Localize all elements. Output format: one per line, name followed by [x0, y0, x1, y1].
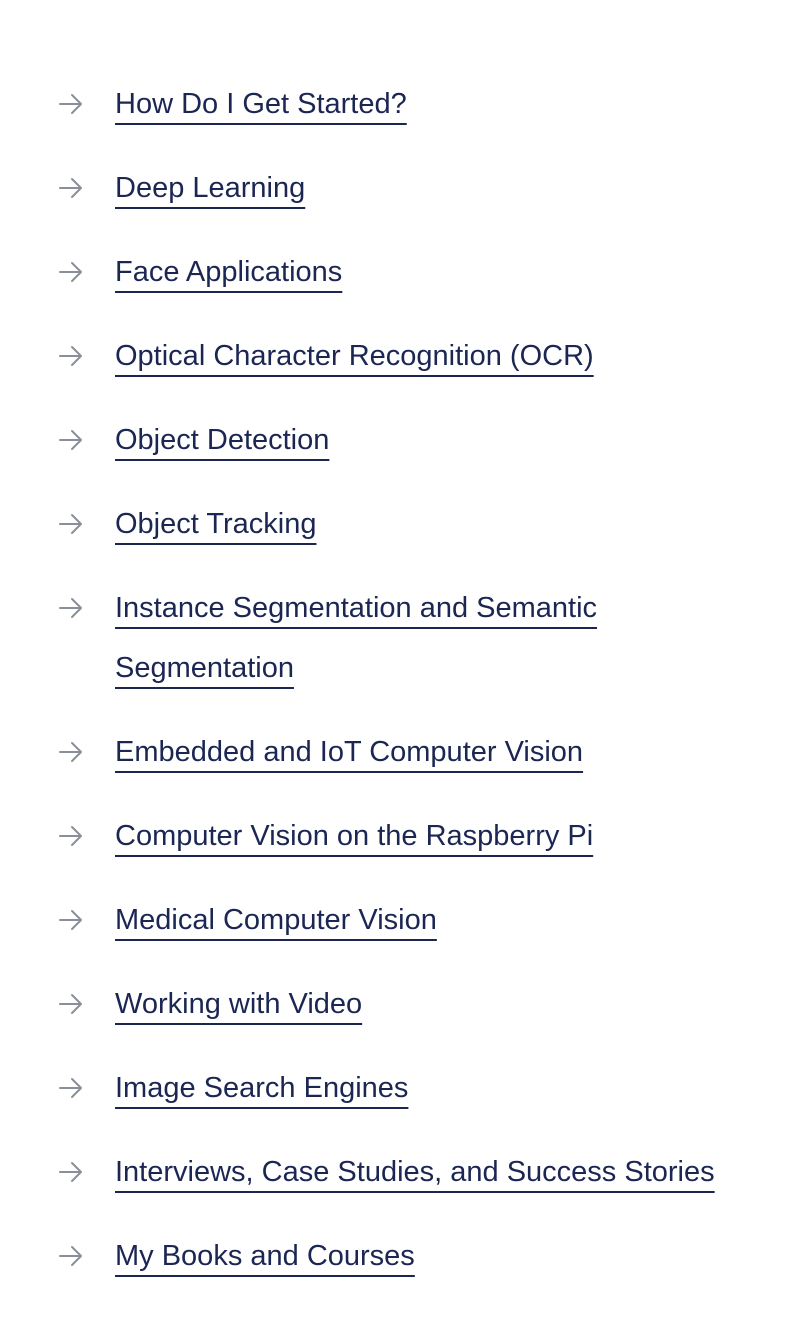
topic-link-face-applications[interactable]: Face Applications: [115, 256, 342, 288]
topic-link-raspberry-pi[interactable]: Computer Vision on the Raspberry Pi: [115, 820, 593, 852]
topic-link-ocr[interactable]: Optical Character Recognition (OCR): [115, 340, 594, 372]
topic-item-raspberry-pi: Computer Vision on the Raspberry Pi: [0, 806, 802, 866]
arrow-right-icon: [59, 514, 82, 534]
arrow-right-icon: [59, 910, 82, 930]
topic-item-embedded-iot: Embedded and IoT Computer Vision: [0, 722, 802, 782]
topic-item-object-tracking: Object Tracking: [0, 494, 802, 554]
arrow-right-icon: [59, 994, 82, 1014]
arrow-right-icon: [59, 1246, 82, 1266]
arrow-right-icon: [59, 94, 82, 114]
topic-link-segmentation[interactable]: Instance Segmentation and Semantic Segme…: [115, 592, 597, 684]
topic-link-object-detection[interactable]: Object Detection: [115, 424, 329, 456]
topic-item-object-detection: Object Detection: [0, 410, 802, 470]
topic-item-deep-learning: Deep Learning: [0, 158, 802, 218]
arrow-right-icon: [59, 598, 82, 618]
topic-link-interviews[interactable]: Interviews, Case Studies, and Success St…: [115, 1156, 715, 1188]
arrow-right-icon: [59, 1162, 82, 1182]
topic-link-image-search[interactable]: Image Search Engines: [115, 1072, 408, 1104]
topic-item-books-courses: My Books and Courses: [0, 1226, 802, 1286]
topic-link-embedded-iot[interactable]: Embedded and IoT Computer Vision: [115, 736, 583, 768]
topic-item-interviews: Interviews, Case Studies, and Success St…: [0, 1142, 802, 1202]
arrow-right-icon: [59, 430, 82, 450]
topic-link-get-started[interactable]: How Do I Get Started?: [115, 88, 407, 120]
topic-item-segmentation: Instance Segmentation and Semantic Segme…: [0, 578, 802, 698]
topic-link-video[interactable]: Working with Video: [115, 988, 362, 1020]
topic-item-video: Working with Video: [0, 974, 802, 1034]
topic-item-image-search: Image Search Engines: [0, 1058, 802, 1118]
topic-link-medical[interactable]: Medical Computer Vision: [115, 904, 437, 936]
arrow-right-icon: [59, 1078, 82, 1098]
topic-link-object-tracking[interactable]: Object Tracking: [115, 508, 316, 540]
topic-item-get-started: How Do I Get Started?: [0, 74, 802, 134]
topic-item-face-applications: Face Applications: [0, 242, 802, 302]
arrow-right-icon: [59, 262, 82, 282]
arrow-right-icon: [59, 178, 82, 198]
arrow-right-icon: [59, 742, 82, 762]
topic-item-ocr: Optical Character Recognition (OCR): [0, 326, 802, 386]
topic-link-deep-learning[interactable]: Deep Learning: [115, 172, 305, 204]
arrow-right-icon: [59, 826, 82, 846]
topic-link-books-courses[interactable]: My Books and Courses: [115, 1240, 415, 1272]
arrow-right-icon: [59, 346, 82, 366]
topic-item-medical: Medical Computer Vision: [0, 890, 802, 950]
topic-list: How Do I Get Started? Deep Learning Face…: [0, 74, 802, 1310]
